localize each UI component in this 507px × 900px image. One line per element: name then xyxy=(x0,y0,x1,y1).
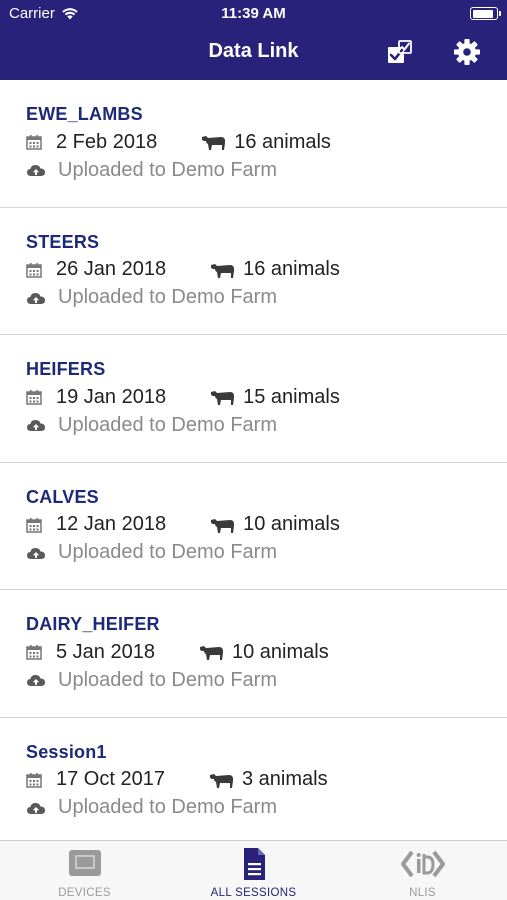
battery-fill xyxy=(472,9,494,18)
session-name: DAIRY_HEIFER xyxy=(26,614,160,634)
session-name: EWE_LAMBS xyxy=(26,104,143,124)
cloud-upload-icon xyxy=(27,547,45,559)
cloud-upload-icon xyxy=(27,420,45,431)
upload-status: Uploaded to Demo Farm xyxy=(26,411,507,439)
session-row[interactable]: STEERS 26 Jan 2018 16 animals Uploaded t… xyxy=(0,208,507,335)
gear-icon[interactable] xyxy=(453,38,481,66)
session-date: 26 Jan 2018 xyxy=(56,258,167,280)
session-meta: 26 Jan 2018 16 animals xyxy=(26,256,507,284)
battery-icon xyxy=(470,7,501,20)
calendar-icon xyxy=(26,772,42,788)
calendar-icon xyxy=(26,390,42,405)
session-date: 2 Feb 2018 xyxy=(56,130,158,153)
cloud-upload-icon xyxy=(27,802,45,814)
tab-nlis-label: NLIS xyxy=(409,887,436,899)
tab-all-sessions[interactable]: ALL SESSIONS xyxy=(169,841,338,900)
session-row[interactable]: HEIFERS 19 Jan 2018 15 animals Uploaded … xyxy=(0,335,507,463)
cow-icon xyxy=(199,646,223,660)
status-time: 11:39 AM xyxy=(221,5,286,22)
upload-status-text: Uploaded to Demo Farm xyxy=(58,541,277,563)
cow-icon xyxy=(209,773,233,788)
session-meta: 2 Feb 2018 16 animals xyxy=(26,128,507,156)
session-meta: 19 Jan 2018 15 animals xyxy=(26,383,507,411)
session-meta: 5 Jan 2018 10 animals xyxy=(26,638,507,666)
cow-icon xyxy=(211,391,235,405)
animal-count: 3 animals xyxy=(241,768,328,790)
upload-status: Uploaded to Demo Farm xyxy=(26,156,507,184)
document-icon xyxy=(243,848,265,880)
cow-icon xyxy=(211,263,235,278)
upload-status: Uploaded to Demo Farm xyxy=(26,284,507,312)
upload-status-text: Uploaded to Demo Farm xyxy=(58,668,277,691)
animal-count: 16 animals xyxy=(234,130,331,153)
animal-count: 10 animals xyxy=(243,513,340,535)
session-row[interactable]: DAIRY_HEIFER 5 Jan 2018 10 animals Uploa… xyxy=(0,590,507,718)
session-row[interactable]: CALVES 12 Jan 2018 10 animals Uploaded t… xyxy=(0,463,507,590)
page-title: Data Link xyxy=(208,40,299,62)
cow-icon xyxy=(211,518,235,533)
cloud-upload-icon xyxy=(27,675,45,686)
session-name: HEIFERS xyxy=(26,359,106,379)
tab-all-sessions-label: ALL SESSIONS xyxy=(210,887,297,899)
tab-bar: DEVICES ALL SESSIONS NLIS xyxy=(0,840,507,900)
session-name: STEERS xyxy=(26,231,100,252)
cow-icon xyxy=(202,136,226,150)
upload-status-text: Uploaded to Demo Farm xyxy=(58,796,277,818)
session-list: EWE_LAMBS 2 Feb 2018 16 animals Uploaded… xyxy=(0,80,507,840)
upload-status-text: Uploaded to Demo Farm xyxy=(58,158,277,181)
session-date: 19 Jan 2018 xyxy=(56,385,167,408)
session-date: 5 Jan 2018 xyxy=(56,640,155,663)
upload-status: Uploaded to Demo Farm xyxy=(26,794,507,822)
session-name: CALVES xyxy=(26,486,99,507)
upload-status: Uploaded to Demo Farm xyxy=(26,666,507,694)
session-row[interactable]: Session1 17 Oct 2017 3 animals Uploaded … xyxy=(0,718,507,841)
tab-nlis[interactable]: NLIS xyxy=(338,841,507,900)
tab-devices-label: DEVICES xyxy=(58,887,111,899)
session-name: Session1 xyxy=(26,741,107,762)
tab-devices[interactable]: DEVICES xyxy=(0,841,169,900)
session-date: 17 Oct 2017 xyxy=(56,768,165,790)
session-meta: 17 Oct 2017 3 animals xyxy=(26,766,507,794)
upload-status-text: Uploaded to Demo Farm xyxy=(58,413,277,436)
animal-count: 16 animals xyxy=(243,258,340,280)
upload-status: Uploaded to Demo Farm xyxy=(26,539,507,567)
session-meta: 12 Jan 2018 10 animals xyxy=(26,511,507,539)
animal-count: 10 animals xyxy=(231,640,329,663)
animal-count: 15 animals xyxy=(243,385,340,408)
session-date: 12 Jan 2018 xyxy=(56,513,167,535)
calendar-icon xyxy=(26,517,42,533)
calendar-icon xyxy=(26,645,42,660)
calendar-icon xyxy=(26,262,42,278)
cloud-upload-icon xyxy=(27,165,45,176)
calendar-icon xyxy=(26,135,42,150)
app-header: Carrier 11:39 AM Data Link xyxy=(0,0,507,80)
nlis-logo-icon xyxy=(400,850,445,878)
session-row[interactable]: EWE_LAMBS 2 Feb 2018 16 animals Uploaded… xyxy=(0,80,507,208)
cloud-upload-icon xyxy=(27,292,45,304)
device-icon xyxy=(68,850,101,876)
upload-status-text: Uploaded to Demo Farm xyxy=(58,286,277,308)
checklist-icon[interactable] xyxy=(386,38,414,66)
